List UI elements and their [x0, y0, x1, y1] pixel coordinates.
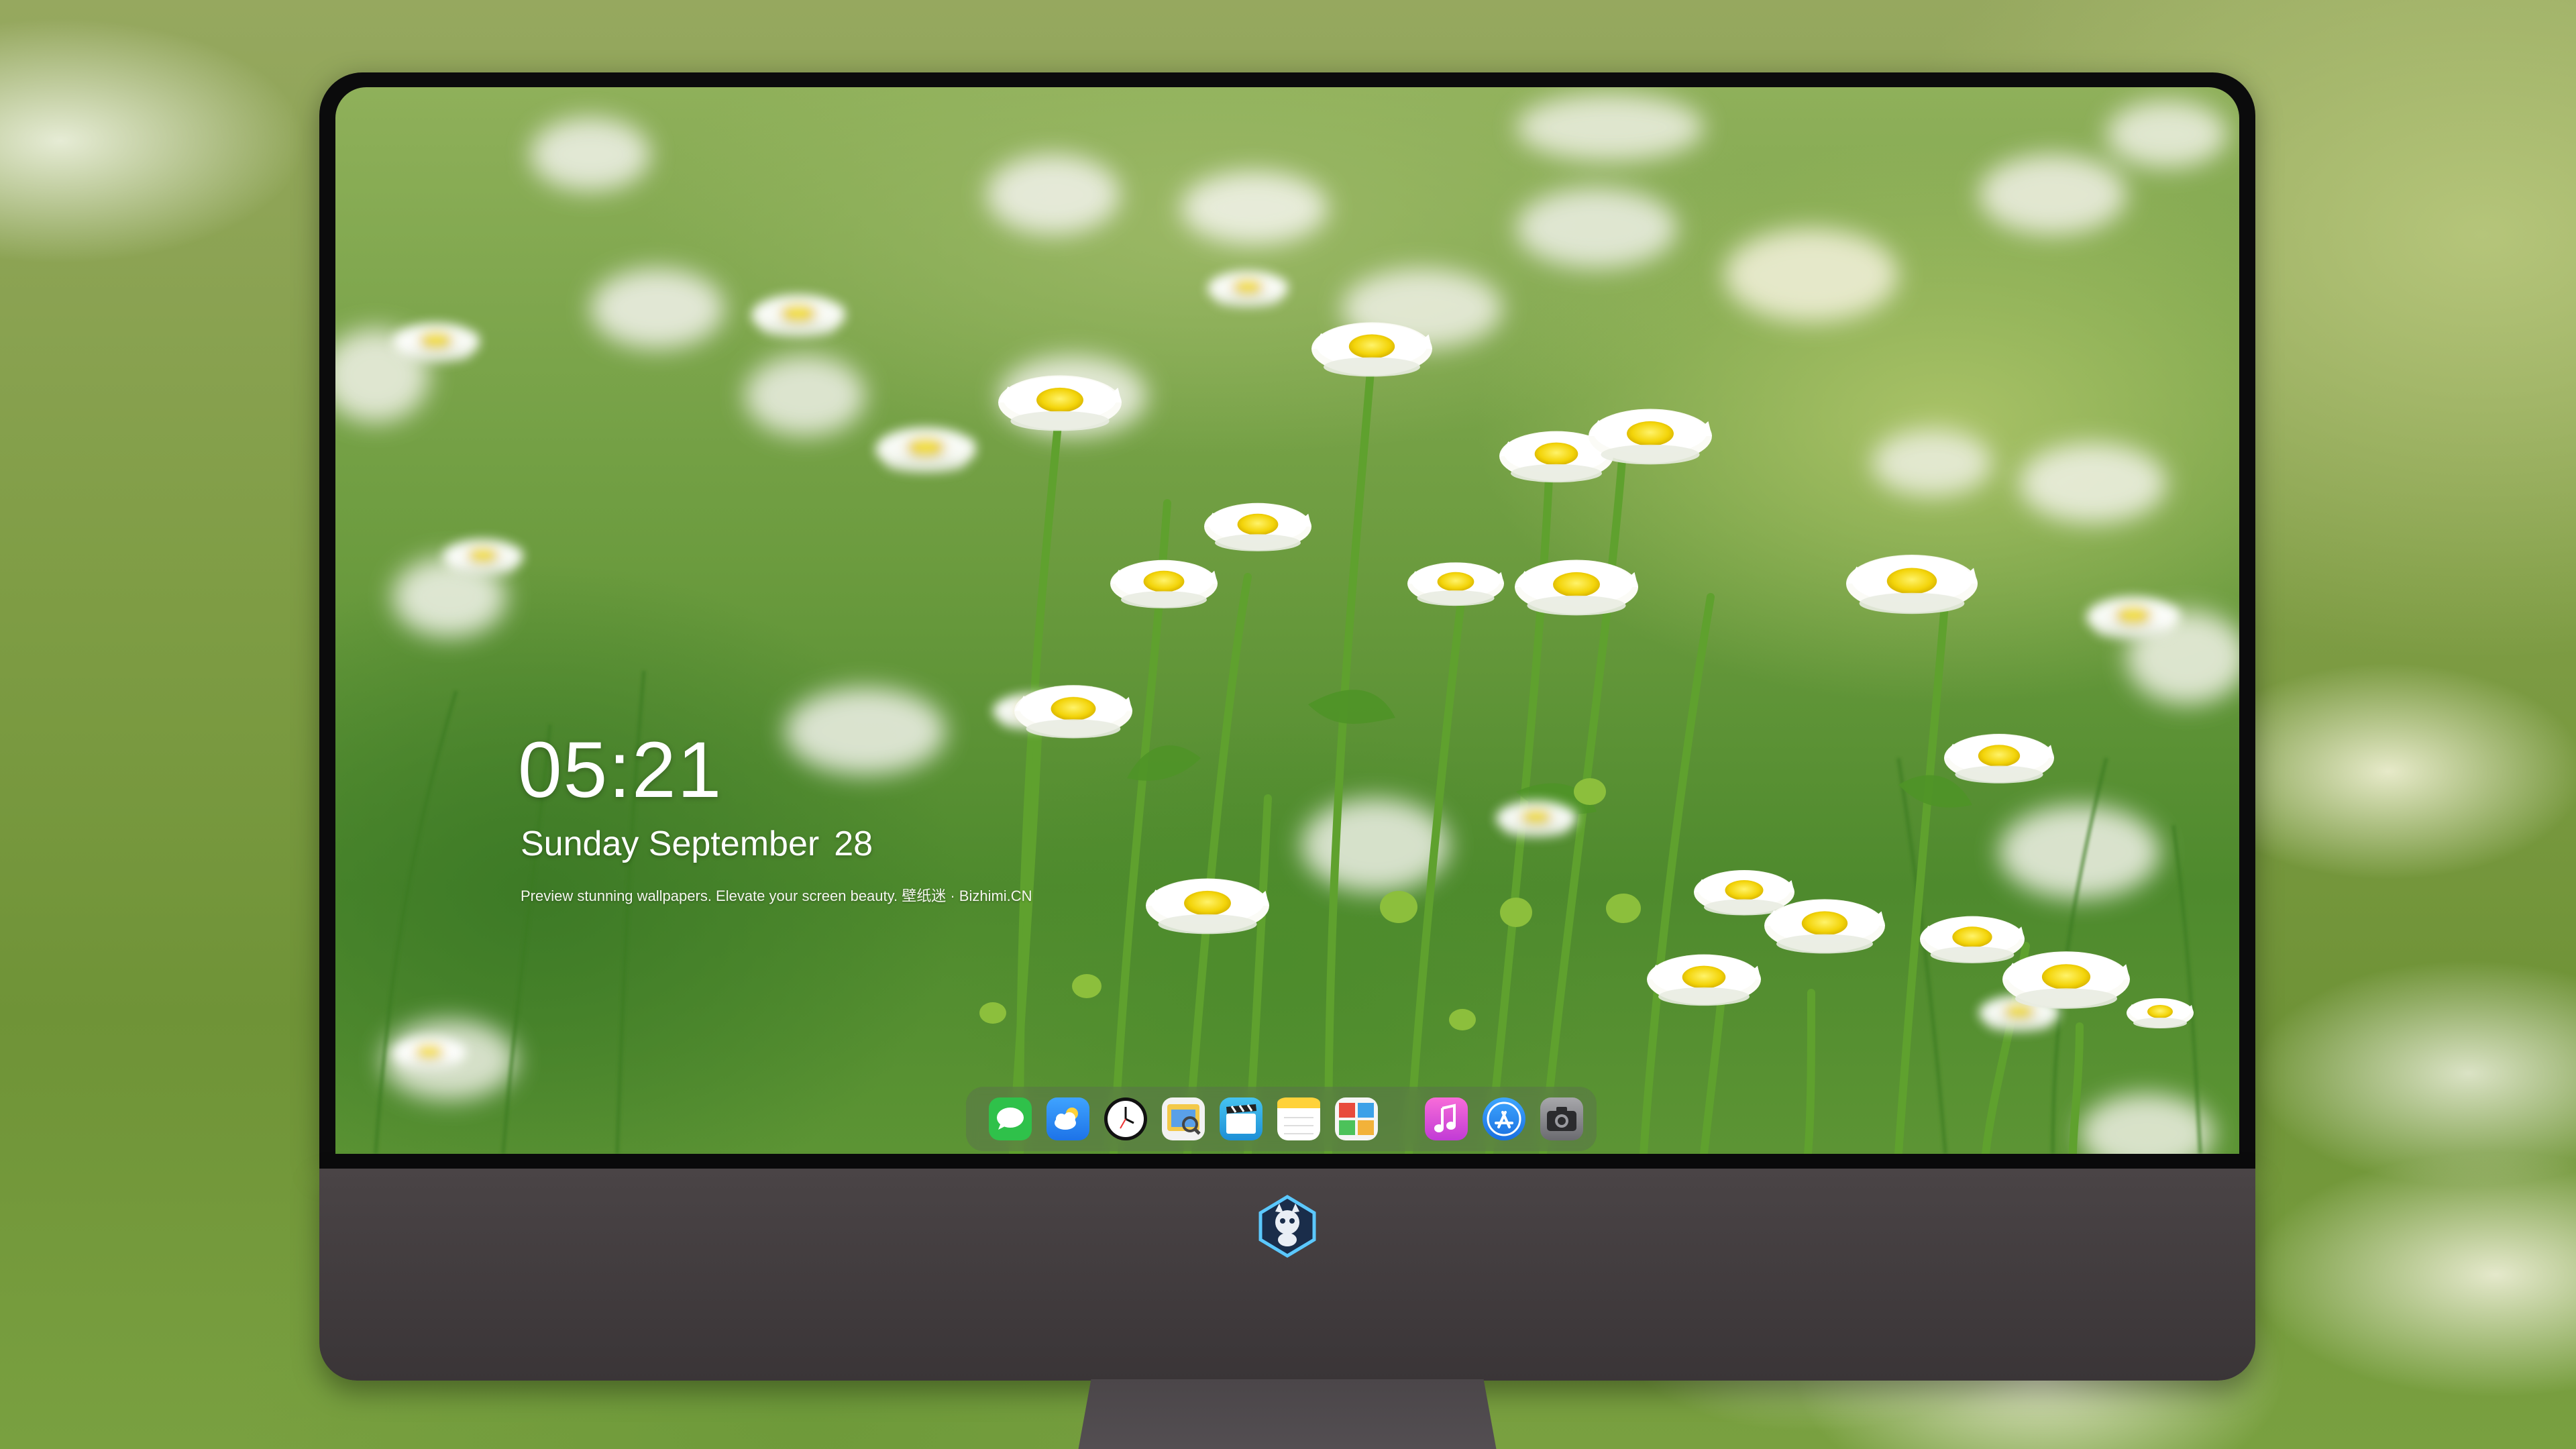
notes-icon[interactable]: [1277, 1097, 1320, 1140]
daisy-wallpaper: [335, 94, 2239, 1154]
music-note-icon[interactable]: [1425, 1097, 1468, 1140]
camera-icon[interactable]: [1540, 1097, 1583, 1140]
desktop-screen: 05:21 Sunday September 28 Preview stunnin…: [335, 87, 2239, 1154]
clock-icon[interactable]: [1104, 1097, 1147, 1140]
cloud-sun-icon[interactable]: [1046, 1097, 1089, 1140]
photo-collage-icon[interactable]: [1335, 1097, 1378, 1140]
image-preview-icon[interactable]: [1162, 1097, 1205, 1140]
app-store-icon[interactable]: [1483, 1097, 1525, 1140]
lockscreen-weekday-month: Sunday September: [521, 824, 820, 863]
lockscreen-clock: 05:21: [518, 726, 723, 814]
blurred-background: 05:21 Sunday September 28 Preview stunnin…: [0, 0, 2576, 1449]
message-bubble-icon[interactable]: [989, 1097, 1032, 1140]
monitor: 05:21 Sunday September 28 Preview stunnin…: [319, 72, 2255, 1449]
lockscreen-date: Sunday September 28: [521, 824, 873, 864]
dock: [966, 1087, 1597, 1151]
monitor-stand-neck: [1074, 1379, 1501, 1449]
lockscreen-day: 28: [834, 824, 873, 863]
clapperboard-icon[interactable]: [1220, 1097, 1263, 1140]
lockscreen-tagline: Preview stunning wallpapers. Elevate you…: [521, 888, 1032, 904]
mascot-logo-icon: [1255, 1194, 1320, 1258]
